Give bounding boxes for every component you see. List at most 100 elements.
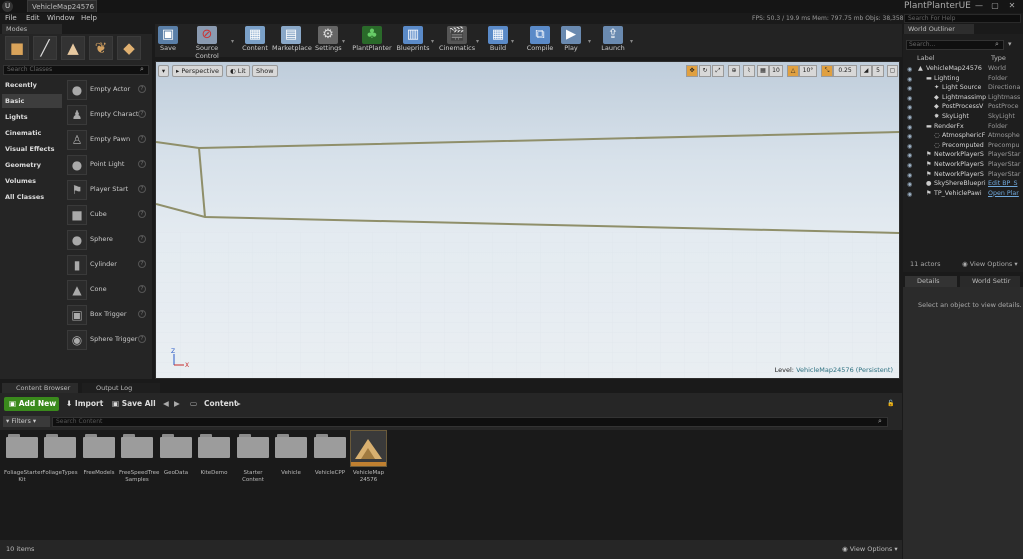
compile-button[interactable]: ⧉ Compile [526,26,554,56]
import-button[interactable]: ⬇ Import [66,397,103,411]
visibility-eye-icon[interactable]: ◉ [907,114,912,121]
lit-button[interactable]: ◐ Lit [226,65,250,77]
visibility-eye-icon[interactable]: ◉ [907,143,912,150]
level-tab[interactable]: VehicleMap24576 [27,0,97,12]
outliner-row[interactable]: ◉ ▬ RenderFx Folder [904,123,1022,133]
category-all-classes[interactable]: All Classes [2,190,62,204]
outliner-row[interactable]: ◉ ⚑ NetworkPlayerS PlayerStar [904,161,1022,171]
content-browser-tab[interactable]: Content Browser [2,383,78,393]
visibility-eye-icon[interactable]: ◉ [907,162,912,169]
launch-dropdown-icon[interactable]: ▾ [630,38,633,45]
build-button[interactable]: ▦ Build [487,26,509,56]
content-search-input[interactable]: Search Content [52,417,888,427]
lock-icon[interactable]: 🔓 [887,397,894,411]
visibility-eye-icon[interactable]: ◉ [907,191,912,198]
modes-tab[interactable]: Modes [2,24,62,34]
play-button[interactable]: ▶ Play [560,26,582,56]
launch-button[interactable]: ⇪ Launch [600,26,626,56]
maximize-icon[interactable]: ▢ [988,0,1002,12]
outliner-row[interactable]: ◉ ◆ Lightmassimp Lightmass [904,94,1022,104]
help-icon[interactable]: ? [138,210,146,218]
visibility-eye-icon[interactable]: ◉ [907,104,912,111]
level-viewport[interactable]: Z X ▾ ▸ Perspective ◐ Lit Show ✥ ↻ ⤢ ⊕ ⌇… [155,61,900,379]
class-item-box-trigger[interactable]: ▣ Box Trigger? [64,303,150,327]
menu-window[interactable]: Window [47,14,75,22]
outliner-row-type[interactable]: Open Plar [988,190,1019,197]
column-label[interactable]: Label [917,54,935,62]
visibility-eye-icon[interactable]: ◉ [907,133,912,140]
minimize-icon[interactable]: — [972,0,986,12]
place-mode-icon[interactable]: ■ [5,36,29,60]
search-help-input[interactable]: Search For Help [904,14,1021,23]
landscape-mode-icon[interactable]: ▲ [61,36,85,60]
outliner-row-type[interactable]: Edit BP_S [988,180,1017,187]
category-recently-placed[interactable]: Recently Placed [2,78,62,103]
asset-folder-tile[interactable]: FoliageTypes [42,434,78,477]
filters-button[interactable]: ▾ Filters ▾ [3,416,50,427]
visibility-eye-icon[interactable]: ◉ [907,95,912,102]
asset-folder-tile[interactable]: KiteDemo [196,434,232,477]
world-local-icon[interactable]: ⊕ [728,65,740,77]
cinematics-button[interactable]: 🎬 Cinematics [439,26,475,56]
camera-speed-icon[interactable]: ◢ [860,65,872,77]
blueprints-dropdown-icon[interactable]: ▾ [431,38,434,45]
perspective-button[interactable]: ▸ Perspective [172,65,223,77]
class-item-empty-actor[interactable]: ● Empty Actor? [64,78,150,102]
visibility-eye-icon[interactable]: ◉ [907,152,912,159]
viewport-options-button[interactable]: ▾ [158,65,169,77]
search-classes-input[interactable]: Search Classes [3,65,149,75]
geometry-mode-icon[interactable]: ◆ [117,36,141,60]
scale-icon[interactable]: ⤢ [712,65,724,77]
settings-button[interactable]: ⚙ Settings [315,26,342,56]
help-icon[interactable]: ? [138,285,146,293]
cinematics-dropdown-icon[interactable]: ▾ [476,38,479,45]
output-log-tab[interactable]: Output Log [82,383,160,393]
outliner-row[interactable]: ◉ ⚑ NetworkPlayerS PlayerStar [904,151,1022,161]
help-icon[interactable]: ? [138,260,146,268]
visibility-eye-icon[interactable]: ◉ [907,172,912,179]
surface-snap-icon[interactable]: ⌇ [743,65,755,77]
build-dropdown-icon[interactable]: ▾ [511,38,514,45]
outliner-row[interactable]: ◉ ✦ Light Source Directiona [904,84,1022,94]
visibility-eye-icon[interactable]: ◉ [907,85,912,92]
foliage-mode-icon[interactable]: ❦ [89,36,113,60]
category-geometry[interactable]: Geometry [2,158,62,172]
world-outliner-tab[interactable]: World Outliner [904,24,974,34]
class-item-cone[interactable]: ▲ Cone? [64,278,150,302]
menu-file[interactable]: File [5,14,17,22]
asset-folder-tile[interactable]: FoliageStarter Kit [4,434,43,484]
close-icon[interactable]: ✕ [1005,0,1019,12]
category-basic[interactable]: Basic [2,94,62,108]
asset-folder-tile[interactable]: Vehicle [273,434,309,477]
category-cinematic[interactable]: Cinematic [2,126,62,140]
settings-dropdown-icon[interactable]: ▾ [342,38,345,45]
maximize-viewport-icon[interactable]: ▢ [887,65,898,77]
details-tab[interactable]: Details [905,276,957,287]
outliner-row[interactable]: ◉ ⚑ NetworkPlayerS PlayerStar [904,171,1022,181]
search-icon[interactable]: ⌕ [140,65,144,74]
paint-mode-icon[interactable]: ╱ [33,36,57,60]
column-type[interactable]: Type [991,54,1006,62]
help-icon[interactable]: ? [138,135,146,143]
rotate-icon[interactable]: ↻ [699,65,711,77]
asset-map-tile[interactable]: VehicleMap 24576 [350,430,387,484]
outliner-search-input[interactable]: Search... [906,40,1004,50]
outliner-row[interactable]: ◉ ◌ Precomputed Precompu [904,142,1022,152]
help-icon[interactable]: ? [138,310,146,318]
rotation-snap-icon[interactable]: △ [787,65,799,77]
menu-help[interactable]: Help [81,14,97,22]
help-icon[interactable]: ? [138,160,146,168]
outliner-row[interactable]: ◉ ◆ PostProcessV PostProce [904,103,1022,113]
class-item-cube[interactable]: ■ Cube? [64,203,150,227]
help-icon[interactable]: ? [138,110,146,118]
view-options-button[interactable]: ◉ View Options ▾ [842,545,898,553]
camera-speed-value[interactable]: 5 [872,65,884,77]
category-visual-effects[interactable]: Visual Effects [2,142,62,156]
search-icon[interactable]: ⌕ [995,40,999,49]
forward-icon[interactable]: ▶ [174,397,180,411]
back-icon[interactable]: ◀ [163,397,169,411]
asset-folder-tile[interactable]: VehicleCPP [312,434,348,477]
outliner-row[interactable]: ◉ ▬ Lighting Folder [904,75,1022,85]
class-item-sphere[interactable]: ● Sphere? [64,228,150,252]
grid-snap-icon[interactable]: ▦ [757,65,769,77]
